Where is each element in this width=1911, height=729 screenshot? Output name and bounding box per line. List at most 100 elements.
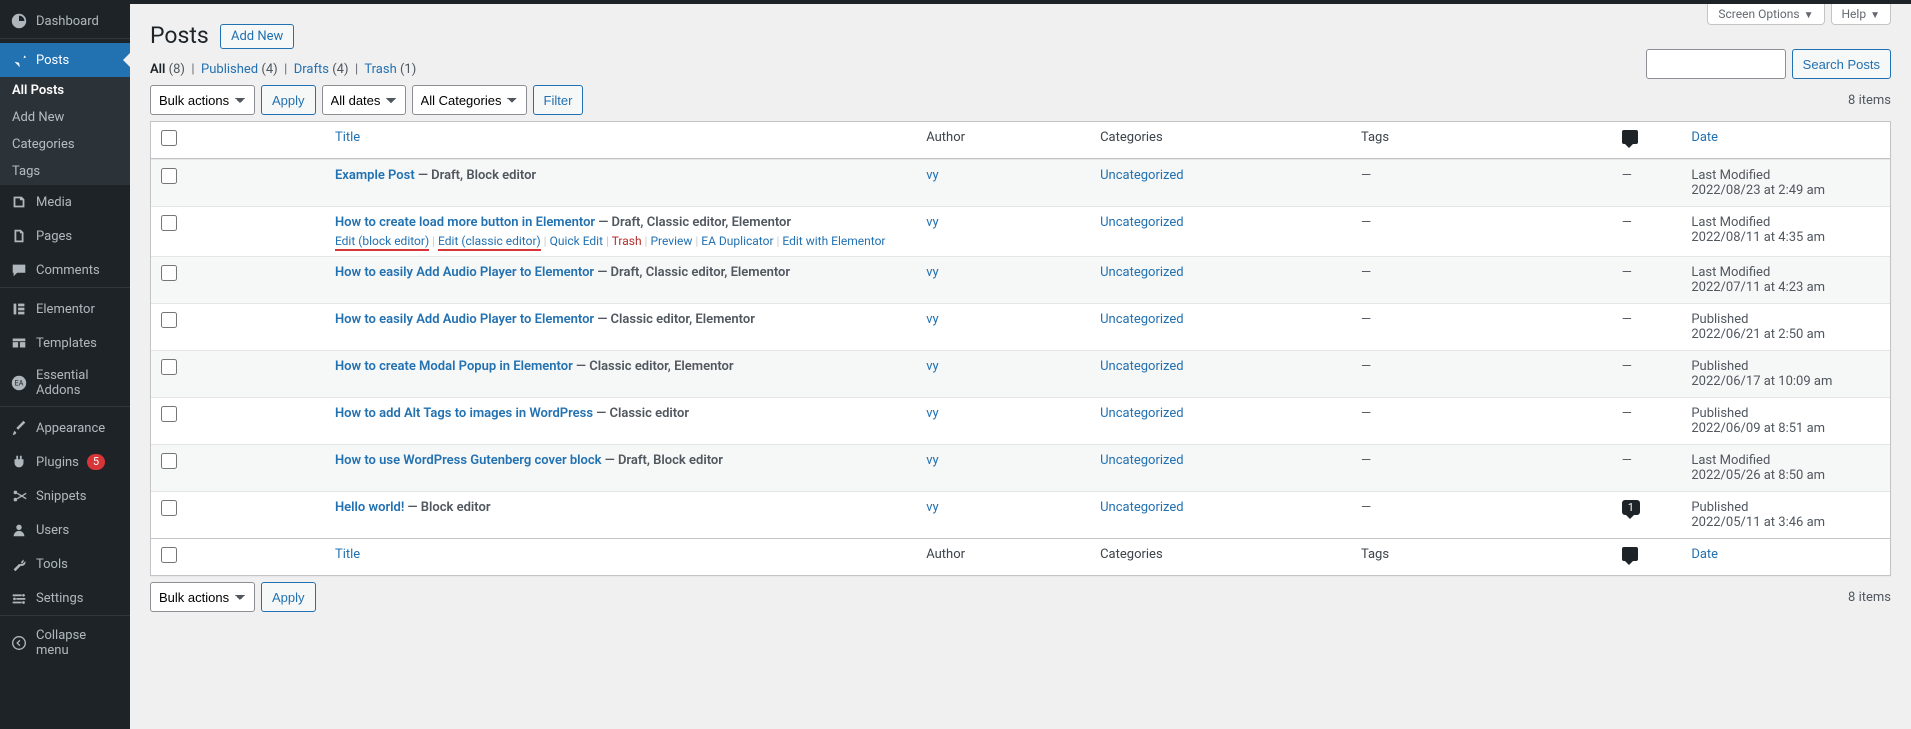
ea-duplicator-link[interactable]: EA Duplicator xyxy=(701,234,773,248)
view-published[interactable]: Published xyxy=(201,62,258,77)
menu-comments[interactable]: Comments xyxy=(0,253,130,287)
menu-snippets[interactable]: Snippets xyxy=(0,479,130,513)
search-input[interactable] xyxy=(1646,49,1786,79)
post-title-link[interactable]: Hello world! xyxy=(335,500,404,515)
category-link[interactable]: Uncategorized xyxy=(1100,359,1183,374)
row-actions: Edit (block editor) | Edit (classic edit… xyxy=(335,234,906,248)
filter-button[interactable]: Filter xyxy=(533,85,584,115)
category-link[interactable]: Uncategorized xyxy=(1100,453,1183,468)
comment-count-bubble[interactable]: 1 xyxy=(1622,500,1640,515)
column-title[interactable]: Title xyxy=(325,122,916,159)
templates-icon xyxy=(10,334,28,352)
column-author-footer[interactable]: Author xyxy=(916,538,1090,575)
author-link[interactable]: vy xyxy=(926,215,938,230)
submenu-add-new[interactable]: Add New xyxy=(0,104,130,131)
category-link[interactable]: Uncategorized xyxy=(1100,265,1183,280)
edit-classic-link[interactable]: Edit (classic editor) xyxy=(438,234,541,251)
menu-plugins-label: Plugins xyxy=(36,455,79,470)
author-link[interactable]: vy xyxy=(926,500,938,515)
row-checkbox[interactable] xyxy=(161,359,177,375)
column-categories-footer[interactable]: Categories xyxy=(1090,538,1351,575)
post-title-link[interactable]: How to create load more button in Elemen… xyxy=(335,215,595,230)
menu-plugins[interactable]: Plugins 5 xyxy=(0,445,130,479)
help-tab[interactable]: Help▼ xyxy=(1831,4,1892,25)
column-date-footer[interactable]: Date xyxy=(1681,538,1890,575)
column-title-footer[interactable]: Title xyxy=(325,538,916,575)
bulk-apply-button[interactable]: Apply xyxy=(261,85,316,115)
add-new-button[interactable]: Add New xyxy=(220,24,294,49)
post-title-link[interactable]: How to add Alt Tags to images in WordPre… xyxy=(335,406,593,421)
row-checkbox[interactable] xyxy=(161,406,177,422)
search-posts-button[interactable]: Search Posts xyxy=(1792,49,1891,79)
select-all-checkbox-footer[interactable] xyxy=(161,547,177,563)
menu-dashboard[interactable]: Dashboard xyxy=(0,4,130,38)
comments-cell: — xyxy=(1622,359,1632,374)
submenu-tags[interactable]: Tags xyxy=(0,158,130,185)
category-filter-select[interactable]: All Categories xyxy=(412,85,527,115)
column-categories[interactable]: Categories xyxy=(1090,122,1351,159)
post-title-link[interactable]: How to easily Add Audio Player to Elemen… xyxy=(335,265,594,280)
menu-settings[interactable]: Settings xyxy=(0,581,130,615)
edit-elementor-link[interactable]: Edit with Elementor xyxy=(782,234,885,248)
post-title-link[interactable]: How to create Modal Popup in Elementor xyxy=(335,359,573,374)
post-title-link[interactable]: How to use WordPress Gutenberg cover blo… xyxy=(335,453,602,468)
column-tags[interactable]: Tags xyxy=(1351,122,1612,159)
date-filter-select[interactable]: All dates xyxy=(322,85,406,115)
category-link[interactable]: Uncategorized xyxy=(1100,312,1183,327)
select-all-checkbox[interactable] xyxy=(161,130,177,146)
column-date[interactable]: Date xyxy=(1681,122,1890,159)
submenu-categories[interactable]: Categories xyxy=(0,131,130,158)
menu-posts[interactable]: Posts xyxy=(0,43,130,77)
category-link[interactable]: Uncategorized xyxy=(1100,500,1183,515)
menu-elementor-label: Elementor xyxy=(36,302,95,317)
trash-link[interactable]: Trash xyxy=(612,234,642,248)
bulk-action-select[interactable]: Bulk actions xyxy=(150,85,255,115)
post-title-link[interactable]: How to easily Add Audio Player to Elemen… xyxy=(335,312,594,327)
category-link[interactable]: Uncategorized xyxy=(1100,406,1183,421)
dashboard-icon xyxy=(10,12,28,30)
row-checkbox[interactable] xyxy=(161,453,177,469)
bulk-apply-button-bottom[interactable]: Apply xyxy=(261,582,316,612)
comment-icon xyxy=(10,261,28,279)
view-trash[interactable]: Trash xyxy=(364,62,396,77)
menu-users[interactable]: Users xyxy=(0,513,130,547)
submenu-all-posts[interactable]: All Posts xyxy=(0,77,130,104)
menu-pages[interactable]: Pages xyxy=(0,219,130,253)
author-link[interactable]: vy xyxy=(926,359,938,374)
view-drafts[interactable]: Drafts xyxy=(294,62,329,77)
comments-cell: — xyxy=(1622,453,1632,468)
author-link[interactable]: vy xyxy=(926,406,938,421)
menu-templates[interactable]: Templates xyxy=(0,326,130,360)
menu-appearance[interactable]: Appearance xyxy=(0,411,130,445)
menu-essential-addons[interactable]: EA Essential Addons xyxy=(0,360,130,406)
column-tags-footer[interactable]: Tags xyxy=(1351,538,1612,575)
admin-sidebar: Dashboard Posts All Posts Add New Catego… xyxy=(0,4,130,729)
author-link[interactable]: vy xyxy=(926,265,938,280)
row-checkbox[interactable] xyxy=(161,215,177,231)
menu-elementor[interactable]: Elementor xyxy=(0,292,130,326)
quick-edit-link[interactable]: Quick Edit xyxy=(550,234,603,248)
column-comments[interactable] xyxy=(1612,122,1682,159)
menu-tools[interactable]: Tools xyxy=(0,547,130,581)
category-link[interactable]: Uncategorized xyxy=(1100,168,1183,183)
category-link[interactable]: Uncategorized xyxy=(1100,215,1183,230)
column-comments-footer[interactable] xyxy=(1612,538,1682,575)
author-link[interactable]: vy xyxy=(926,168,938,183)
screen-options-tab[interactable]: Screen Options▼ xyxy=(1707,4,1824,25)
view-all[interactable]: All xyxy=(150,62,165,77)
chevron-down-icon: ▼ xyxy=(1804,10,1814,21)
preview-link[interactable]: Preview xyxy=(650,234,692,248)
post-title-link[interactable]: Example Post xyxy=(335,168,415,183)
author-link[interactable]: vy xyxy=(926,312,938,327)
edit-block-link[interactable]: Edit (block editor) xyxy=(335,234,429,251)
row-checkbox[interactable] xyxy=(161,168,177,184)
author-link[interactable]: vy xyxy=(926,453,938,468)
menu-collapse[interactable]: Collapse menu xyxy=(0,620,130,666)
row-checkbox[interactable] xyxy=(161,312,177,328)
menu-media[interactable]: Media xyxy=(0,185,130,219)
bulk-action-select-bottom[interactable]: Bulk actions xyxy=(150,582,255,612)
row-checkbox[interactable] xyxy=(161,500,177,516)
row-checkbox[interactable] xyxy=(161,265,177,281)
column-author[interactable]: Author xyxy=(916,122,1090,159)
post-state: — Block editor xyxy=(404,500,490,515)
